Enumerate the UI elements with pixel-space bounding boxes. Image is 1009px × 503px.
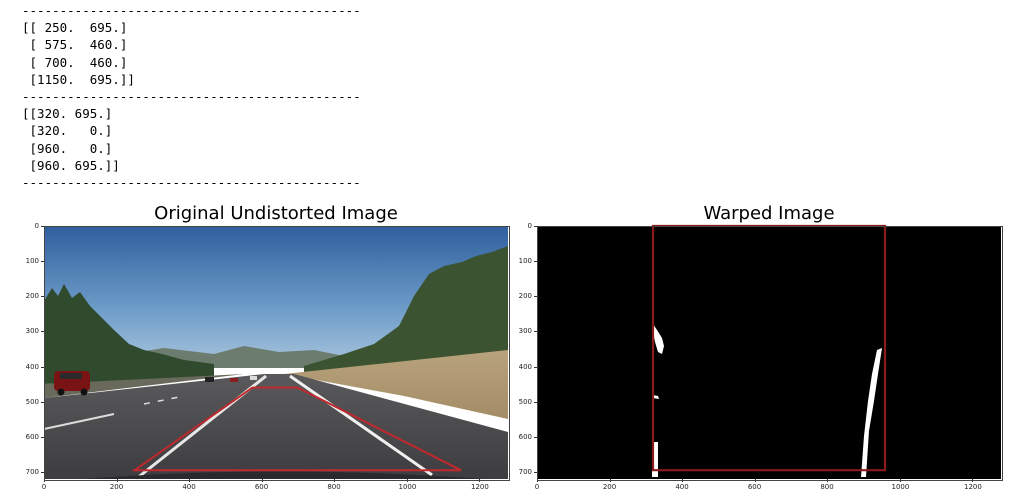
distant-car: [250, 376, 257, 380]
y-tick-mark: [534, 296, 537, 298]
x-tick-label: 1000: [398, 483, 417, 491]
y-tick-mark: [534, 331, 537, 333]
y-tick-label: 0: [34, 222, 39, 230]
y-tick-mark: [41, 471, 44, 473]
x-tick-mark: [754, 479, 756, 482]
right-image-title: Warped Image: [703, 203, 835, 224]
y-tick-label: 700: [25, 467, 39, 476]
x-tick-label: 1000: [891, 483, 910, 491]
x-tick-label: 800: [820, 483, 834, 491]
x-tick-mark: [972, 479, 973, 482]
output-line: ----------------------------------------…: [22, 174, 361, 190]
output-line: [1150. 695.]]: [22, 71, 135, 87]
y-tick-mark: [41, 366, 44, 368]
y-tick-mark: [41, 401, 44, 403]
x-tick-mark: [44, 479, 45, 482]
x-tick-label: 600: [747, 483, 762, 491]
x-tick-label: 400: [182, 483, 196, 491]
distant-car: [205, 377, 214, 382]
warped-binary-image: [537, 224, 1001, 479]
black-background: [537, 226, 1001, 479]
x-tick-label: 800: [327, 483, 341, 491]
x-tick-mark: [609, 479, 611, 482]
output-line: ----------------------------------------…: [22, 88, 361, 104]
output-line: [320. 0.]: [22, 123, 113, 139]
x-tick-mark: [827, 479, 828, 482]
output-line: [[320. 695.]: [22, 106, 113, 122]
x-tick-mark: [261, 479, 263, 482]
red-car-wheel: [57, 388, 65, 396]
y-tick-mark: [534, 401, 537, 403]
output-line: ----------------------------------------…: [22, 3, 361, 18]
y-tick-mark: [534, 226, 537, 227]
y-tick-mark: [41, 436, 44, 438]
output-line: [ 700. 460.]: [22, 54, 128, 70]
output-line: [960. 695.]]: [22, 157, 120, 173]
y-tick-mark: [534, 436, 537, 438]
original-road-image: [43, 226, 508, 481]
y-tick-label: 600: [518, 432, 532, 441]
x-tick-label: 0: [41, 483, 47, 491]
x-tick-label: 400: [675, 483, 689, 491]
red-car-wheel: [80, 388, 88, 396]
distant-car: [230, 378, 238, 382]
red-car-window: [60, 373, 82, 379]
y-tick-label: 400: [25, 362, 39, 371]
output-line: [[ 250. 695.]: [22, 20, 128, 36]
x-tick-mark: [406, 479, 408, 482]
x-tick-mark: [334, 479, 335, 482]
output-line: [ 575. 460.]: [22, 37, 128, 53]
cell-output: ----------------------------------------…: [22, 2, 361, 191]
x-tick-mark: [537, 479, 538, 482]
y-tick-mark: [41, 261, 44, 263]
y-tick-label: 700: [518, 467, 532, 476]
x-tick-label: 1200: [964, 483, 982, 491]
output-line: [960. 0.]: [22, 140, 113, 156]
x-tick-label: 200: [109, 483, 124, 491]
y-tick-mark: [534, 471, 537, 473]
y-tick-label: 500: [25, 397, 39, 406]
y-tick-label: 400: [518, 362, 532, 371]
y-tick-label: 100: [518, 257, 532, 266]
x-tick-mark: [479, 479, 480, 482]
x-tick-mark: [899, 479, 901, 482]
x-tick-label: 1200: [471, 483, 489, 491]
y-tick-label: 200: [25, 292, 39, 301]
x-tick-mark: [189, 479, 190, 482]
left-image-title: Original Undistorted Image: [154, 203, 398, 224]
y-tick-label: 500: [518, 397, 532, 406]
y-tick-label: 300: [518, 327, 532, 336]
y-tick-mark: [534, 261, 537, 263]
x-tick-label: 600: [254, 483, 269, 491]
x-tick-mark: [116, 479, 118, 482]
x-tick-label: 0: [534, 483, 540, 491]
x-tick-label: 200: [602, 483, 617, 491]
x-tick-mark: [682, 479, 683, 482]
y-tick-mark: [41, 331, 44, 333]
warped-image-axes: [537, 224, 1001, 479]
y-tick-mark: [534, 366, 537, 368]
y-tick-mark: [41, 296, 44, 298]
y-tick-label: 100: [25, 257, 39, 266]
y-tick-label: 600: [25, 432, 39, 441]
y-tick-label: 0: [527, 222, 532, 230]
original-image-axes: [43, 226, 508, 481]
y-tick-label: 200: [518, 292, 532, 301]
y-tick-label: 300: [25, 327, 39, 336]
y-tick-mark: [41, 226, 44, 227]
